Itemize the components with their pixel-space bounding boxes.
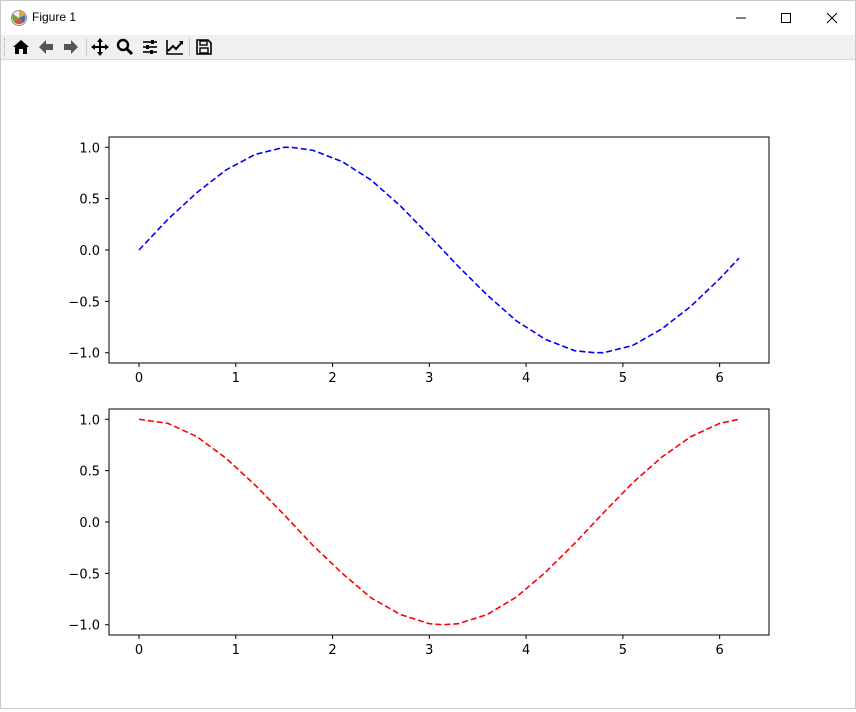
subplot-1: 0 1 2 3 4 5 6 1.0 0.5 0.0 −0.5 −1.0 (68, 136, 770, 386)
x-tick-label: 1 (232, 643, 240, 658)
home-button[interactable] (10, 37, 32, 57)
minimize-icon (736, 17, 746, 19)
x-tick-label: 4 (522, 371, 530, 386)
y-tick-label: 0.0 (79, 516, 100, 531)
axes-frame (108, 408, 770, 636)
magnifier-icon (116, 38, 134, 56)
x-tick-label: 6 (716, 643, 724, 658)
x-tick-label: 3 (425, 371, 433, 386)
configure-subplots-button[interactable] (139, 37, 161, 57)
y-tick-label: 1.0 (79, 141, 100, 156)
x-tick-label: 1 (232, 371, 240, 386)
y-tick-label: −1.0 (68, 619, 100, 634)
figure-canvas[interactable]: 0 1 2 3 4 5 6 1.0 0.5 0.0 −0.5 −1.0 0 1 2 3 4 5 6 1.0 0.5 0.0… (1, 60, 855, 708)
home-icon (13, 40, 29, 54)
maximize-icon (781, 13, 791, 23)
sliders-icon (143, 40, 157, 54)
x-tick-label: 5 (619, 643, 627, 658)
y-tick-label: −0.5 (68, 295, 100, 310)
zoom-button[interactable] (114, 37, 136, 57)
toolbar-separator (189, 38, 190, 56)
close-icon (826, 12, 838, 24)
series-line (138, 146, 740, 354)
move-icon (91, 38, 109, 56)
close-button[interactable] (809, 1, 855, 35)
y-tick-label: −0.5 (68, 567, 100, 582)
x-tick-label: 0 (135, 643, 143, 658)
y-tick-label: 0.5 (79, 465, 100, 480)
x-tick-label: 4 (522, 643, 530, 658)
window-title: Figure 1 (32, 10, 77, 24)
maximize-button[interactable] (763, 1, 809, 35)
figure-svg: 0 1 2 3 4 5 6 1.0 0.5 0.0 −0.5 −1.0 0 1 2 3 4 5 6 1.0 0.5 0.0… (68, 136, 770, 658)
navigation-toolbar (1, 35, 855, 60)
edit-axes-button[interactable] (164, 37, 186, 57)
x-tick-label: 5 (619, 371, 627, 386)
arrow-left-icon (39, 40, 53, 54)
line-chart-icon (166, 40, 183, 55)
y-tick-label: 0.0 (79, 244, 100, 259)
x-tick-label: 0 (135, 371, 143, 386)
floppy-disk-icon (196, 39, 212, 55)
y-tick-label: −1.0 (68, 347, 100, 362)
toolbar-grip (4, 38, 8, 56)
series-line (138, 418, 740, 626)
y-tick-label: 1.0 (79, 413, 100, 428)
save-button[interactable] (193, 37, 215, 57)
forward-button[interactable] (60, 37, 82, 57)
pan-button[interactable] (89, 37, 111, 57)
matplotlib-app-icon (11, 10, 27, 26)
x-tick-label: 2 (328, 371, 336, 386)
axes-frame (108, 136, 770, 364)
title-bar: Figure 1 (1, 1, 855, 35)
arrow-right-icon (64, 40, 78, 54)
back-button[interactable] (35, 37, 57, 57)
x-tick-label: 6 (716, 371, 724, 386)
figure-window: Figure 1 0 1 2 3 4 5 6 1.0 0.5 0.0 −0.5 … (0, 0, 856, 709)
toolbar-separator (86, 38, 87, 56)
x-tick-label: 2 (328, 643, 336, 658)
x-tick-label: 3 (425, 643, 433, 658)
subplot-2: 0 1 2 3 4 5 6 1.0 0.5 0.0 −0.5 −1.0 (68, 408, 770, 658)
y-tick-label: 0.5 (79, 193, 100, 208)
minimize-button[interactable] (718, 1, 764, 35)
